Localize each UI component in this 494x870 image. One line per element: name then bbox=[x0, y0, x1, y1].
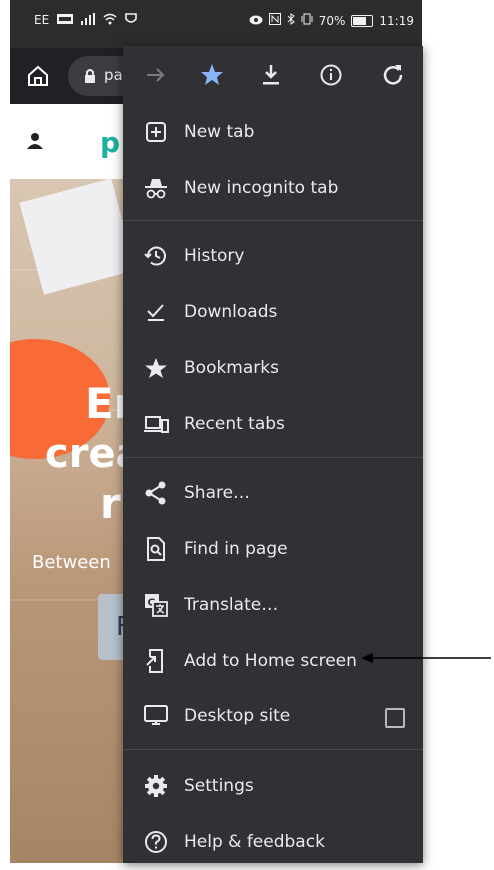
menu-item-recent-tabs[interactable]: Recent tabs bbox=[123, 396, 423, 452]
incognito-icon bbox=[143, 175, 169, 201]
menu-item-desktop-site[interactable]: Desktop site bbox=[123, 688, 423, 744]
url-text: pa bbox=[104, 66, 123, 84]
info-icon[interactable] bbox=[318, 62, 344, 88]
status-left-group: EE bbox=[34, 13, 137, 27]
chrome-overflow-menu: New tab New incognito tab History Downlo… bbox=[123, 46, 423, 863]
menu-item-label: Help & feedback bbox=[184, 832, 325, 852]
forward-icon[interactable] bbox=[143, 62, 169, 88]
desktop-site-checkbox[interactable] bbox=[385, 708, 405, 728]
menu-item-label: Find in page bbox=[184, 539, 288, 559]
menu-item-find-in-page[interactable]: Find in page bbox=[123, 521, 423, 577]
menu-item-label: Settings bbox=[184, 776, 254, 796]
downloads-icon bbox=[143, 299, 169, 325]
new-tab-icon bbox=[143, 119, 169, 145]
menu-toolbar bbox=[123, 46, 423, 104]
bookmark-star-icon[interactable] bbox=[199, 62, 225, 88]
site-logo[interactable]: p bbox=[100, 126, 120, 159]
bookmarks-icon bbox=[143, 355, 169, 381]
download-icon[interactable] bbox=[258, 62, 284, 88]
vibrate-icon bbox=[301, 13, 313, 28]
lock-icon bbox=[84, 68, 96, 88]
menu-item-label: Desktop site bbox=[184, 706, 291, 726]
carrier-label: EE bbox=[34, 13, 50, 27]
clock: 11:19 bbox=[379, 13, 414, 28]
add-to-home-icon bbox=[143, 648, 169, 674]
status-bar: EE 70% 11:19 bbox=[10, 0, 422, 48]
annotation-arrow bbox=[361, 653, 491, 663]
menu-item-history[interactable]: History bbox=[123, 228, 423, 284]
menu-item-bookmarks[interactable]: Bookmarks bbox=[123, 340, 423, 396]
menu-item-label: New incognito tab bbox=[184, 178, 339, 198]
menu-item-new-tab[interactable]: New tab bbox=[123, 104, 423, 160]
menu-item-new-incognito-tab[interactable]: New incognito tab bbox=[123, 160, 423, 216]
status-right-group: 70% 11:19 bbox=[249, 13, 414, 28]
menu-item-share[interactable]: Share… bbox=[123, 465, 423, 521]
nfc-icon bbox=[268, 13, 281, 28]
menu-divider bbox=[123, 457, 423, 458]
menu-divider bbox=[123, 749, 423, 750]
refresh-icon[interactable] bbox=[380, 62, 406, 88]
person-icon[interactable] bbox=[26, 132, 44, 154]
eye-icon bbox=[249, 14, 263, 28]
menu-item-label: History bbox=[184, 246, 245, 266]
menu-item-label: Bookmarks bbox=[184, 358, 279, 378]
recent-tabs-icon bbox=[143, 411, 169, 437]
wifi-icon bbox=[103, 13, 117, 27]
signal-icon bbox=[81, 13, 96, 27]
menu-item-settings[interactable]: Settings bbox=[123, 758, 423, 814]
bluetooth-icon bbox=[287, 13, 295, 28]
menu-item-downloads[interactable]: Downloads bbox=[123, 284, 423, 340]
menu-item-label: Recent tabs bbox=[184, 414, 285, 434]
desktop-icon bbox=[143, 703, 169, 729]
battery-percent: 70% bbox=[318, 13, 346, 28]
settings-icon bbox=[143, 773, 169, 799]
volte-icon bbox=[57, 14, 74, 26]
paper-sheet bbox=[19, 178, 136, 295]
battery-icon bbox=[351, 14, 374, 27]
translate-icon: G bbox=[143, 592, 169, 618]
menu-item-label: Translate… bbox=[184, 595, 279, 615]
shield-app-icon bbox=[125, 13, 137, 27]
home-icon[interactable] bbox=[26, 64, 50, 88]
share-icon bbox=[143, 480, 169, 506]
menu-item-translate[interactable]: G Translate… bbox=[123, 577, 423, 633]
history-icon bbox=[143, 243, 169, 269]
help-icon bbox=[143, 829, 169, 855]
menu-item-label: Downloads bbox=[184, 302, 278, 322]
menu-item-label: New tab bbox=[184, 122, 255, 142]
find-in-page-icon bbox=[143, 536, 169, 562]
menu-item-label: Add to Home screen bbox=[184, 651, 357, 671]
hero-subtitle: Between bbox=[32, 552, 111, 573]
hero-title-line-3: r bbox=[100, 479, 121, 528]
menu-item-help-feedback[interactable]: Help & feedback bbox=[123, 814, 423, 870]
battery-fill bbox=[353, 16, 366, 25]
menu-divider bbox=[123, 220, 423, 221]
menu-item-label: Share… bbox=[184, 483, 251, 503]
